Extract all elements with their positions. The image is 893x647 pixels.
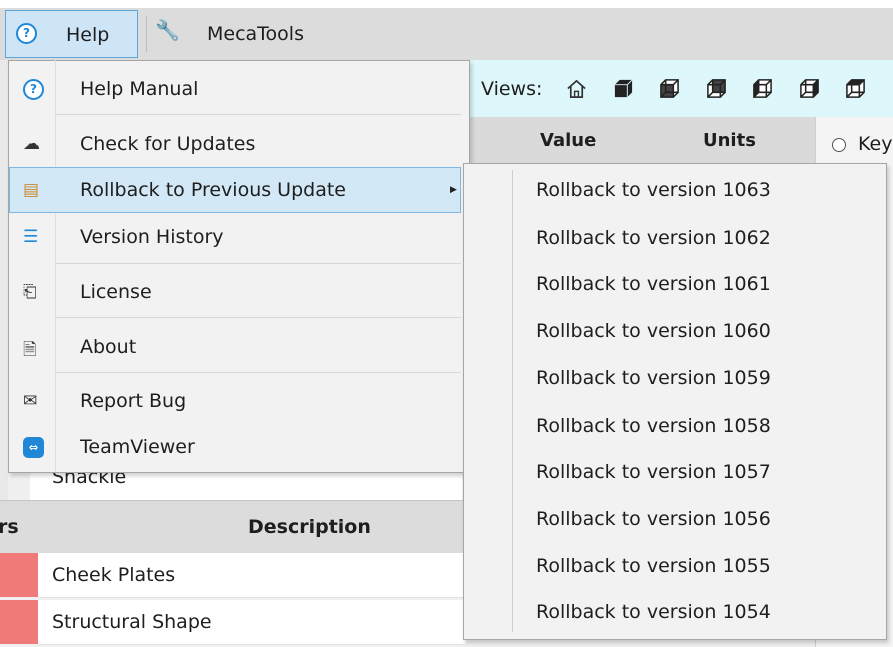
menu-separator	[146, 16, 147, 52]
rollback-item[interactable]: Rollback to version 1058	[536, 415, 771, 437]
rollback-item[interactable]: Rollback to version 1062	[536, 227, 771, 249]
table-row[interactable]: Cheek Plates	[38, 553, 465, 598]
menu-separator	[56, 317, 461, 318]
title-strip	[0, 0, 893, 8]
cube-back-view-icon[interactable]	[706, 78, 727, 99]
menu-item-label: Check for Updates	[80, 133, 256, 155]
menu-item-license[interactable]: ⎗ License	[9, 269, 461, 315]
menu-item-help-manual[interactable]: ? Help Manual	[9, 66, 461, 112]
row-marker	[0, 553, 38, 597]
rollback-item[interactable]: Rollback to version 1063	[536, 179, 771, 201]
rollback-item[interactable]: Rollback to version 1060	[536, 320, 771, 342]
row-description: Structural Shape	[52, 611, 212, 633]
menu-item-teamviewer[interactable]: ⇔ TeamViewer	[9, 424, 461, 470]
menu-item-label: Report Bug	[80, 390, 187, 412]
mail-bug-icon: ✉	[23, 391, 38, 411]
menu-item-label: Version History	[80, 226, 224, 248]
rollback-item[interactable]: Rollback to version 1059	[536, 367, 771, 389]
cube-front-view-icon[interactable]	[659, 78, 680, 99]
menu-item-check-updates[interactable]: ☁ Check for Updates	[9, 121, 461, 167]
help-circle-icon: ?	[23, 79, 44, 100]
rollback-item[interactable]: Rollback to version 1054	[536, 601, 771, 623]
list-icon: ☰	[23, 227, 39, 247]
left-column-header[interactable]: rs	[0, 516, 19, 538]
row-marker	[0, 600, 38, 644]
cloud-download-icon: ☁	[23, 134, 40, 154]
rollback-item[interactable]: Rollback to version 1056	[536, 508, 771, 530]
rollback-item[interactable]: Rollback to version 1057	[536, 461, 771, 483]
home-view-icon[interactable]	[566, 78, 587, 99]
menu-item-rollback[interactable]: ▤ Rollback to Previous Update	[9, 167, 461, 213]
views-label: Views:	[481, 78, 543, 100]
menu-item-version-history[interactable]: ☰ Version History	[9, 214, 461, 260]
submenu-arrow-icon: ▶	[450, 185, 457, 195]
cube-solid-view-icon[interactable]	[613, 78, 634, 99]
key-label: Key	[858, 133, 893, 155]
description-column-header[interactable]: Description	[248, 516, 371, 538]
rollback-item[interactable]: Rollback to version 1055	[536, 555, 771, 577]
row-description: Cheek Plates	[52, 564, 176, 586]
properties-grid-header	[465, 117, 815, 164]
menu-separator	[56, 114, 461, 115]
about-info-icon: 🗎	[23, 340, 37, 360]
menu-item-about[interactable]: 🗎 About	[9, 324, 461, 370]
mecatools-menu[interactable]: MecaTools	[207, 23, 304, 45]
description-table-header	[0, 500, 465, 553]
table-row[interactable]: Structural Shape	[38, 600, 465, 645]
submenu-gutter	[512, 170, 513, 632]
menu-separator	[56, 263, 461, 264]
rollback-icon: ▤	[23, 180, 40, 200]
left-panel-edge	[0, 60, 8, 500]
wrench-icon[interactable]: 🔧	[155, 18, 180, 42]
value-column-header[interactable]: Value	[540, 130, 596, 151]
menu-separator	[56, 372, 461, 373]
menu-item-label: About	[80, 336, 137, 358]
help-menu[interactable]: ? Help	[5, 10, 138, 58]
menu-item-report-bug[interactable]: ✉ Report Bug	[9, 378, 461, 424]
cube-left-view-icon[interactable]	[752, 78, 773, 99]
menu-item-label: Help Manual	[80, 78, 199, 100]
help-menu-label: Help	[66, 24, 110, 46]
rollback-item[interactable]: Rollback to version 1061	[536, 273, 771, 295]
help-circle-icon: ?	[16, 23, 37, 44]
menu-item-label: License	[80, 281, 152, 303]
key-radio-button[interactable]	[832, 138, 846, 152]
teamviewer-icon: ⇔	[23, 437, 44, 458]
menu-item-label: TeamViewer	[80, 436, 195, 458]
units-column-header[interactable]: Units	[703, 130, 756, 151]
cube-top-view-icon[interactable]	[845, 78, 866, 99]
license-icon: ⎗	[23, 282, 37, 302]
cube-right-view-icon[interactable]	[799, 78, 820, 99]
menu-item-label: Rollback to Previous Update	[80, 179, 346, 201]
